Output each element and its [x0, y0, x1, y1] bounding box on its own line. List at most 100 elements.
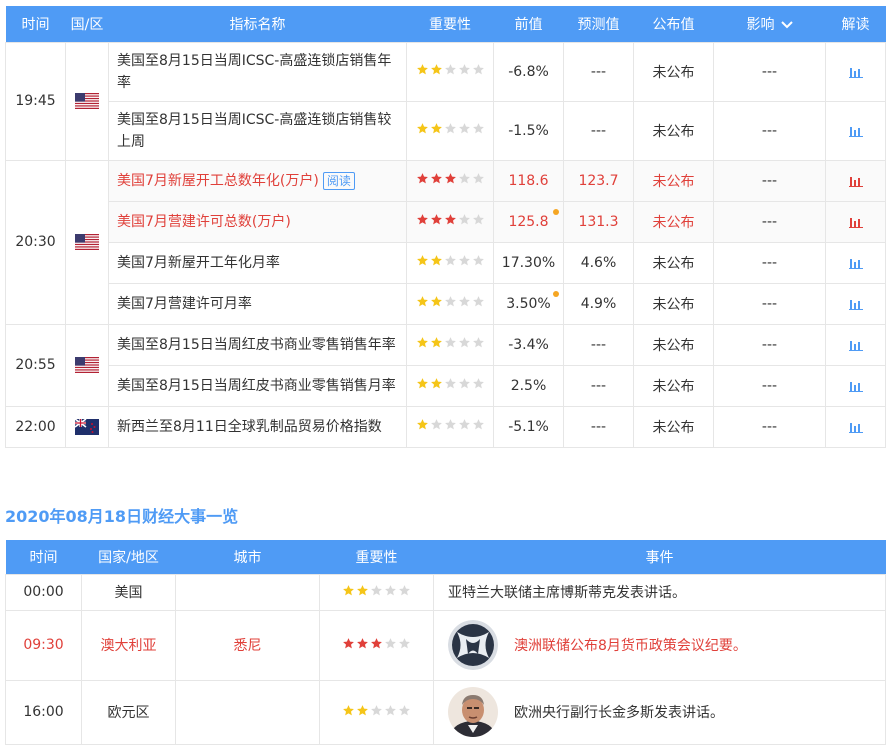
event-importance [319, 679, 434, 745]
indicator-row: 美国至8月15日当周红皮书商业零售销售月率 2.5% --- 未公布 --- [6, 364, 886, 407]
importance-stars [342, 704, 411, 717]
indicator-name-text[interactable]: 美国至8月15日当周红皮书商业零售销售月率 [117, 378, 396, 394]
star-empty-icon [384, 637, 397, 650]
indicator-name-text[interactable]: 新西兰至8月11日全球乳制品贸易价格指数 [117, 419, 382, 435]
prev-value: 17.30% [493, 241, 564, 284]
indicator-name[interactable]: 美国7月营建许可月率 [108, 282, 407, 325]
flag-us-icon [75, 357, 99, 373]
importance-stars [342, 637, 411, 650]
interpret-cell[interactable] [825, 282, 886, 325]
star-empty-icon [472, 213, 485, 226]
indicator-name[interactable]: 美国至8月15日当周红皮书商业零售销售月率 [108, 364, 407, 407]
indicator-name[interactable]: 美国7月新屋开工年化月率 [108, 241, 407, 284]
bar-chart-icon[interactable] [848, 339, 863, 351]
star-empty-icon [370, 704, 383, 717]
importance-stars [416, 213, 485, 226]
indicator-row: 22:00 新西兰至8月11日全球乳制品贸易价格指数 -5.1% --- 未公布 --- [5, 405, 886, 448]
indicator-name-text[interactable]: 美国7月营建许可月率 [117, 296, 252, 312]
event-city [175, 573, 320, 611]
bar-chart-icon[interactable] [848, 216, 863, 228]
col-interpret: 解读 [825, 6, 886, 42]
bar-chart-icon[interactable] [848, 380, 863, 392]
impact-value: --- [713, 41, 826, 102]
col-impact-label: 影响 [746, 16, 775, 33]
importance-stars [416, 336, 485, 349]
impact-value: --- [713, 405, 826, 448]
bar-chart-icon[interactable] [848, 257, 863, 269]
importance-stars [416, 172, 485, 185]
col-impact-dropdown[interactable]: 影响 [713, 6, 826, 42]
interpret-cell[interactable] [825, 41, 886, 102]
actual-value: 未公布 [633, 41, 714, 102]
event-country: 澳大利亚 [81, 609, 176, 681]
prev-value: -3.4% [493, 323, 564, 366]
star-empty-icon [444, 295, 457, 308]
country-flag-cell [65, 41, 109, 161]
col-country: 国/区 [65, 6, 109, 42]
bar-chart-icon[interactable] [848, 125, 863, 137]
release-time: 19:45 [5, 41, 66, 161]
prev-value: -1.5% [493, 100, 564, 161]
read-tag-button[interactable]: 阅读 [322, 171, 355, 190]
importance-cell [406, 241, 494, 284]
importance-stars [416, 63, 485, 76]
importance-cell [406, 41, 494, 102]
interpret-cell[interactable] [825, 159, 886, 202]
star-empty-icon [444, 418, 457, 431]
star-filled-icon [342, 704, 355, 717]
forecast-value: 131.3 [563, 200, 634, 243]
impact-value: --- [713, 241, 826, 284]
actual-value: 未公布 [633, 323, 714, 366]
star-empty-icon [444, 63, 457, 76]
star-filled-icon [416, 377, 429, 390]
indicator-name[interactable]: 美国7月新屋开工总数年化(万户) 阅读 [108, 159, 407, 202]
interpret-cell[interactable] [825, 100, 886, 161]
star-empty-icon [398, 637, 411, 650]
indicator-name[interactable]: 新西兰至8月11日全球乳制品贸易价格指数 [108, 405, 407, 448]
star-empty-icon [458, 122, 471, 135]
star-filled-icon [342, 584, 355, 597]
prev-value: 2.5% [493, 364, 564, 407]
star-empty-icon [472, 63, 485, 76]
bar-chart-icon[interactable] [848, 175, 863, 187]
indicator-row: 美国7月营建许可总数(万户) 125.8 131.3 未公布 --- [6, 200, 886, 243]
interpret-cell[interactable] [825, 241, 886, 284]
interpret-cell[interactable] [825, 405, 886, 448]
bar-chart-icon[interactable] [848, 298, 863, 310]
ev-col-city: 城市 [175, 540, 320, 574]
indicator-name-text[interactable]: 美国7月新屋开工总数年化(万户) [117, 173, 319, 189]
indicator-name[interactable]: 美国至8月15日当周ICSC-高盛连锁店销售较上周 [108, 100, 407, 161]
indicator-name-text[interactable]: 美国7月新屋开工年化月率 [117, 255, 280, 271]
indicator-name[interactable]: 美国至8月15日当周红皮书商业零售销售年率 [108, 323, 407, 366]
bar-chart-icon[interactable] [848, 421, 863, 433]
event-cell: 欧洲央行副行长金多斯发表讲话。 [433, 679, 886, 745]
actual-value: 未公布 [633, 364, 714, 407]
impact-value: --- [713, 100, 826, 161]
indicator-name-text[interactable]: 美国至8月15日当周ICSC-高盛连锁店销售较上周 [117, 112, 391, 150]
star-empty-icon [444, 122, 457, 135]
importance-cell [406, 282, 494, 325]
interpret-cell[interactable] [825, 200, 886, 243]
event-text: 欧洲央行副行长金多斯发表讲话。 [514, 705, 724, 721]
star-empty-icon [458, 63, 471, 76]
star-filled-icon [416, 63, 429, 76]
star-empty-icon [458, 295, 471, 308]
indicator-name-text[interactable]: 美国至8月15日当周ICSC-高盛连锁店销售年率 [117, 53, 391, 91]
indicator-name-text[interactable]: 美国至8月15日当周红皮书商业零售销售年率 [117, 337, 396, 353]
star-empty-icon [458, 254, 471, 267]
star-filled-icon [370, 637, 383, 650]
flag-us-icon [75, 93, 99, 109]
star-empty-icon [458, 336, 471, 349]
rba-logo-icon [448, 620, 498, 670]
interpret-cell[interactable] [825, 323, 886, 366]
bar-chart-icon[interactable] [848, 66, 863, 78]
release-time: 20:55 [5, 323, 66, 407]
star-empty-icon [472, 295, 485, 308]
indicator-name[interactable]: 美国至8月15日当周ICSC-高盛连锁店销售年率 [108, 41, 407, 102]
interpret-cell[interactable] [825, 364, 886, 407]
release-time: 20:30 [5, 159, 66, 325]
indicator-name[interactable]: 美国7月营建许可总数(万户) [108, 200, 407, 243]
star-empty-icon [458, 377, 471, 390]
star-empty-icon [472, 254, 485, 267]
indicator-name-text[interactable]: 美国7月营建许可总数(万户) [117, 214, 291, 230]
